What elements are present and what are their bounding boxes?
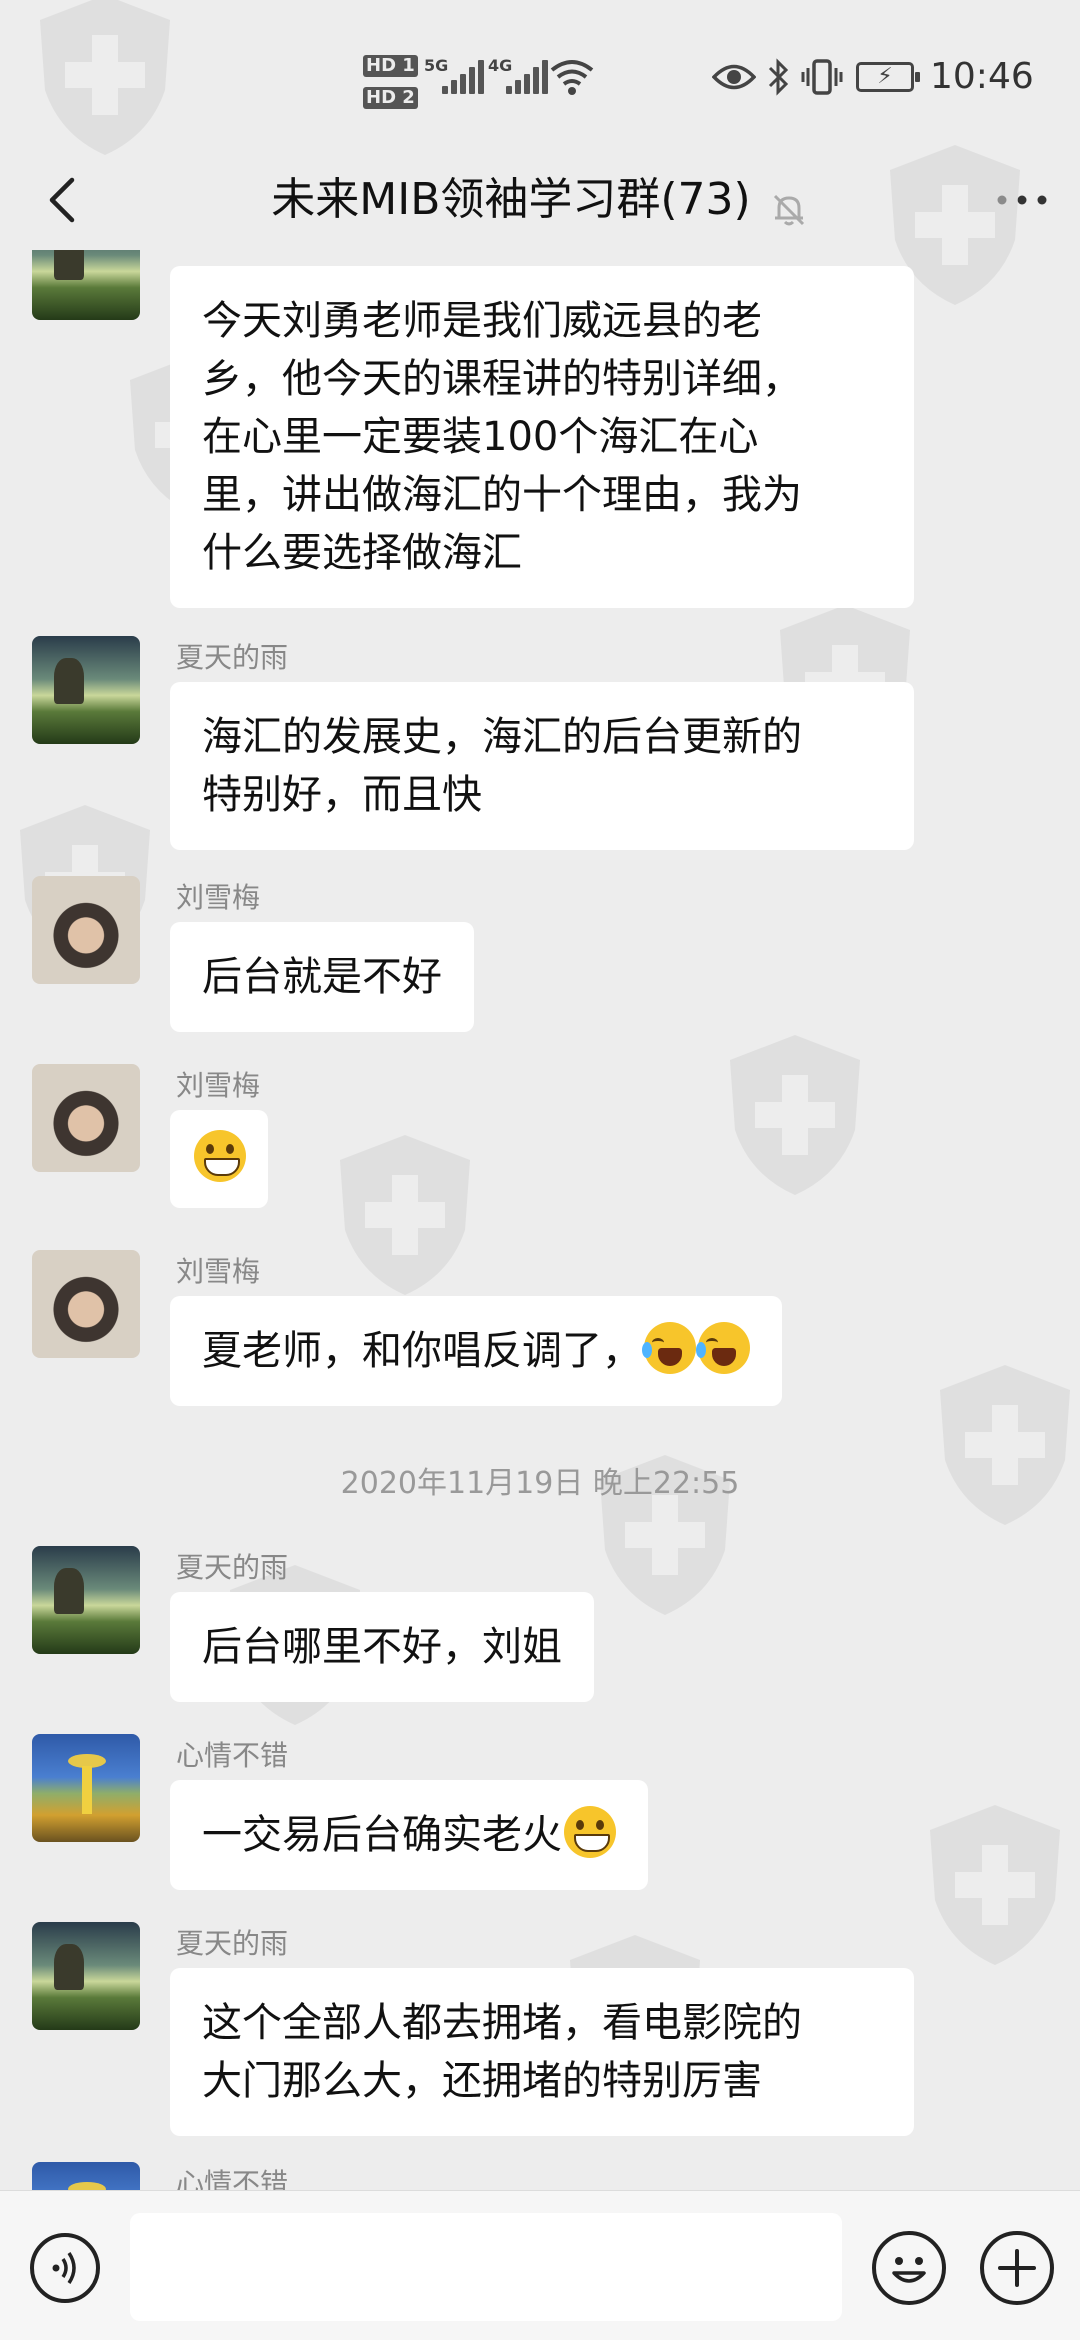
sender-name[interactable]: 刘雪梅 [176, 1250, 260, 1290]
message-bubble[interactable]: 今天刘勇老师是我们威远县的老 乡，他今天的课程讲的特别详细， 在心里一定要装10… [170, 266, 914, 608]
sender-name[interactable]: 刘雪梅 [176, 876, 260, 916]
message-bubble[interactable]: 后台哪里不好，刘姐 [170, 1592, 594, 1702]
chat-header: 未来MIB领袖学习群(73) [0, 150, 1080, 250]
battery-icon: ⚡ [856, 62, 920, 92]
grin-emoji-icon [564, 1806, 616, 1858]
message-bubble[interactable]: 海汇的发展史，海汇的后台更新的 特别好，而且快 [170, 682, 914, 850]
message-text-line: 海汇的发展史，海汇的后台更新的 [202, 714, 802, 760]
message-bubble[interactable]: 一交易后台确实老火 [170, 1780, 648, 1890]
sender-avatar[interactable] [32, 636, 140, 744]
sender-name[interactable]: 刘雪梅 [176, 1064, 260, 1104]
status-bar: HD 1 HD 2 5G 4G ⚡ 10:46 [0, 0, 1080, 150]
group-title[interactable]: 未来MIB领袖学习群(73) [271, 174, 750, 225]
hd1-badge: HD 1 [363, 55, 418, 77]
emoji-button[interactable] [872, 2231, 946, 2305]
sender-name[interactable]: 心情不错 [176, 2162, 288, 2190]
input-bar [0, 2190, 1080, 2340]
more-functions-button[interactable] [980, 2231, 1054, 2305]
message-input[interactable] [130, 2213, 842, 2321]
message-bubble[interactable]: 这个全部人都去拥堵，看电影院的 大门那么大，还拥堵的特别厉害 [170, 1968, 914, 2136]
message-bubble[interactable] [170, 1110, 268, 1208]
smiley-icon [892, 2257, 926, 2283]
sender-name[interactable]: 夏天的雨 [176, 636, 288, 676]
message-text: 后台哪里不好，刘姐 [202, 1624, 562, 1670]
hd2-badge: HD 2 [363, 87, 418, 109]
message-bubble[interactable]: 后台就是不好 [170, 922, 474, 1032]
eye-icon [712, 64, 756, 90]
message-text-line: 大门那么大，还拥堵的特别厉害 [202, 2058, 762, 2104]
sender-avatar[interactable] [32, 250, 140, 320]
hd-indicators: HD 1 HD 2 [360, 48, 418, 112]
bluetooth-icon [768, 58, 789, 96]
title-wrap: 未来MIB领袖学习群(73) [0, 150, 1080, 250]
crying-laughing-emoji-icon [642, 1322, 696, 1374]
chat-message-list[interactable]: 今天刘勇老师是我们威远县的老 乡，他今天的课程讲的特别详细， 在心里一定要装10… [0, 250, 1080, 2190]
clock: 10:46 [930, 56, 1034, 97]
vibrate-icon [801, 59, 843, 95]
voice-input-button[interactable] [30, 2233, 100, 2303]
message-bubble[interactable]: 夏老师，和你唱反调了， [170, 1296, 782, 1406]
crying-laughing-emoji-icon [696, 1322, 750, 1374]
chat-timestamp: 2020年11月19日 晚上22:55 [340, 1466, 740, 1501]
message-text-line: 这个全部人都去拥堵，看电影院的 [202, 2000, 802, 2046]
sender-avatar[interactable] [32, 1546, 140, 1654]
sender-avatar[interactable] [32, 1734, 140, 1842]
voice-icon [52, 2252, 76, 2284]
sender-name[interactable]: 夏天的雨 [176, 1922, 288, 1962]
message-text-line: 乡，他今天的课程讲的特别详细， [202, 356, 802, 402]
sender-avatar[interactable] [32, 876, 140, 984]
message-text-line: 今天刘勇老师是我们威远县的老 [202, 298, 762, 344]
message-text-line: 特别好，而且快 [202, 772, 482, 818]
message-text: 夏老师，和你唱反调了， [202, 1328, 642, 1374]
sender-avatar[interactable] [32, 1922, 140, 2030]
wifi-icon [550, 60, 594, 95]
grin-emoji-icon [194, 1130, 246, 1182]
sender-name[interactable]: 心情不错 [176, 1734, 288, 1774]
more-options-icon[interactable] [992, 180, 1052, 220]
sender-avatar[interactable] [32, 1250, 140, 1358]
message-text-line: 在心里一定要装100个海汇在心 [202, 414, 759, 460]
mute-bell-icon [773, 194, 804, 225]
plus-icon [998, 2249, 1036, 2287]
message-text-line: 什么要选择做海汇 [202, 530, 522, 576]
sender-avatar[interactable] [32, 1064, 140, 1172]
message-text: 后台就是不好 [202, 954, 442, 1000]
message-text: 一交易后台确实老火 [202, 1812, 562, 1858]
message-text-line: 里，讲出做海汇的十个理由，我为 [202, 472, 802, 518]
sender-avatar[interactable] [32, 2162, 140, 2190]
sender-name[interactable]: 夏天的雨 [176, 1546, 288, 1586]
